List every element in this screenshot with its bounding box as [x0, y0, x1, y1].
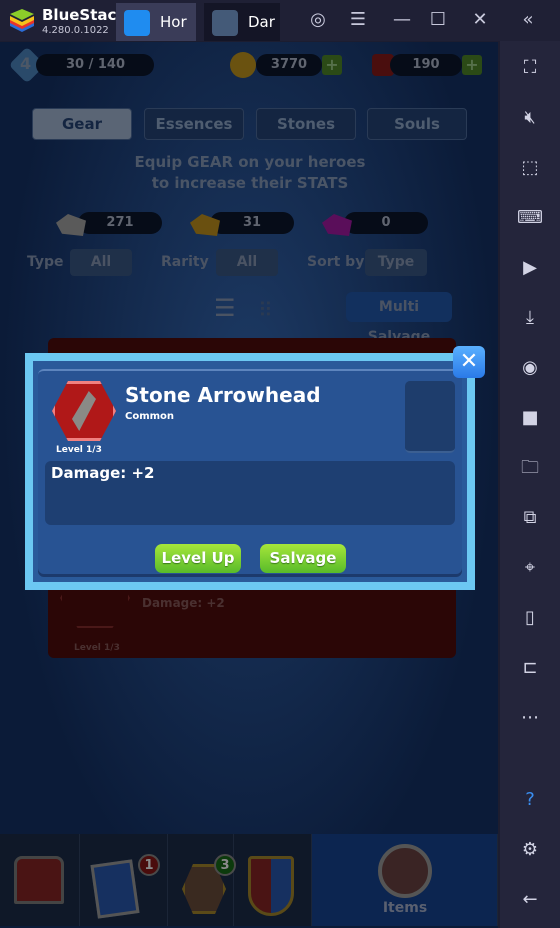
common-shards-value: 271 [78, 212, 162, 234]
items-icon [378, 844, 432, 898]
rarity-label: Rarity [161, 254, 209, 270]
sort-filter[interactable]: Type [365, 249, 427, 276]
apk-install-icon[interactable]: ⤓ [515, 305, 545, 331]
hint-line: to increase their STATS [151, 174, 349, 192]
multi-salvage-button[interactable]: Multi Salvage [346, 292, 452, 345]
item-level: Level 1/3 [56, 445, 102, 455]
nav-chest[interactable] [0, 834, 80, 926]
keyboard-icon[interactable]: ⌨ [515, 205, 545, 231]
shake-icon[interactable]: ▯ [515, 605, 545, 631]
item-detail-panel: Level 1/3 Stone Arrowhead Common Damage:… [38, 369, 462, 574]
player-level: 4 [20, 54, 32, 73]
add-gems-button[interactable]: + [462, 55, 482, 75]
tab-essences[interactable]: Essences [144, 108, 244, 140]
media-manager-icon[interactable]: ▶ [515, 255, 545, 281]
settings-icon[interactable]: ⚙ [515, 837, 545, 863]
tab-gear[interactable]: Gear [32, 108, 132, 140]
level-up-button[interactable]: Level Up [155, 544, 241, 573]
item-stat: Damage: +2 [51, 464, 155, 482]
fullscreen-icon[interactable]: ⛶ [515, 55, 545, 81]
type-filter[interactable]: All [70, 249, 132, 276]
gems-value: 190 [390, 54, 462, 76]
item-level: Level 1/3 [74, 643, 120, 653]
volume-mute-icon[interactable]: 🔇︎ [515, 105, 545, 131]
cards-icon [90, 859, 140, 919]
menu-icon[interactable]: ☰ [346, 9, 370, 30]
nav-cards[interactable]: 1 [80, 834, 168, 926]
collapse-sidebar-icon[interactable]: « [516, 9, 540, 30]
item-title: Stone Arrowhead [125, 383, 321, 407]
sort-label: Sort by [307, 254, 365, 270]
chest-icon [14, 856, 64, 904]
nav-items[interactable]: Items [312, 834, 498, 926]
gold-value: 3770 [256, 54, 322, 76]
bluestacks-logo [10, 9, 34, 32]
title-bar: BlueStacks 4.280.0.1022 Hor Dar ◎ ☰ — ☐ … [0, 0, 560, 41]
equip-slot[interactable] [405, 381, 455, 453]
close-icon[interactable]: ✕ [468, 9, 492, 30]
type-label: Type [27, 254, 64, 270]
tab-stones[interactable]: Stones [256, 108, 356, 140]
shield-icon [248, 856, 294, 916]
screenshot-icon[interactable]: ◉ [515, 355, 545, 381]
hint-line: Equip GEAR on your heroes [134, 153, 366, 171]
back-icon[interactable]: ← [515, 887, 545, 913]
minimize-icon[interactable]: — [390, 9, 414, 30]
heroes-badge: 3 [214, 854, 236, 876]
game-icon [212, 10, 238, 36]
location-icon[interactable]: ⌖ [515, 555, 545, 581]
xp-value: 30 / 140 [66, 57, 126, 72]
rarity-filter[interactable]: All [216, 249, 278, 276]
rare-shards-value: 31 [210, 212, 294, 234]
items-label: Items [382, 900, 428, 916]
tab-label: Hor [160, 13, 187, 31]
nav-heroes[interactable]: 3 [168, 834, 236, 926]
item-stat: Damage: +2 [142, 596, 225, 610]
gold-icon [230, 52, 256, 78]
record-video-icon[interactable]: ■ [515, 405, 545, 431]
maximize-icon[interactable]: ☐ [426, 9, 450, 30]
tab-game[interactable]: Dar [204, 3, 280, 41]
hint-text: Equip GEAR on your heroes to increase th… [0, 152, 498, 194]
stats-box: Damage: +2 [45, 461, 455, 525]
tab-home[interactable]: Hor [116, 3, 196, 41]
grid-view-icon[interactable]: ⠿ [258, 298, 273, 322]
bottom-nav: 1 3 Items [0, 834, 498, 926]
item-rarity: Common [125, 411, 175, 422]
more-icon[interactable]: ⋯ [515, 705, 545, 731]
cards-badge: 1 [138, 854, 160, 876]
close-icon: ✕ [459, 349, 479, 374]
xp-bar: 30 / 140 [36, 54, 154, 76]
multi-instance-icon[interactable]: ⧉ [515, 505, 545, 531]
rotate-icon[interactable]: ⊏ [515, 655, 545, 681]
salvage-button[interactable]: Salvage [260, 544, 346, 573]
tab-label: Dar [248, 13, 275, 31]
home-icon [124, 10, 150, 36]
help-icon[interactable]: ? [515, 787, 545, 813]
add-gold-button[interactable]: + [322, 55, 342, 75]
item-detail-modal: Level 1/3 Stone Arrowhead Common Damage:… [25, 353, 475, 590]
epic-shards-value: 0 [344, 212, 428, 234]
app-version: 4.280.0.1022 [42, 25, 109, 36]
nav-guild[interactable] [234, 834, 312, 926]
close-modal-button[interactable]: ✕ [453, 346, 485, 378]
list-view-icon[interactable]: ☰ [214, 296, 236, 320]
tab-souls[interactable]: Souls [367, 108, 467, 140]
bluestacks-sidebar: ⛶ 🔇︎ ⬚ ⌨ ▶ ⤓ ◉ ■ 🗀 ⧉ ⌖ ▯ ⊏ ⋯ ? ⚙ ← [500, 41, 560, 928]
folder-icon[interactable]: 🗀 [515, 455, 545, 481]
account-icon[interactable]: ◎ [306, 9, 330, 30]
cursor-icon[interactable]: ⬚ [515, 155, 545, 181]
